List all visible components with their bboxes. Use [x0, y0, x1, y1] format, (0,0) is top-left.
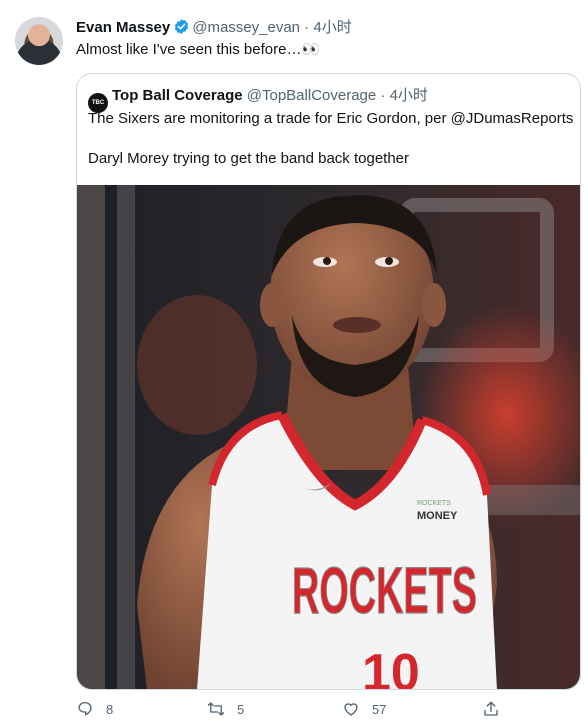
author-handle[interactable]: @massey_evan: [192, 19, 300, 36]
retweet-icon: [207, 702, 225, 716]
reply-count: 8: [106, 701, 114, 717]
quoted-timestamp: 4小时: [389, 87, 428, 104]
sponsor-text: MONEY: [417, 510, 458, 522]
retweet-button[interactable]: 5: [207, 700, 244, 718]
author-avatar[interactable]: [15, 17, 63, 65]
sponsor-small-text: ROCKETS: [417, 500, 451, 507]
quoted-text-line1: The Sixers are monitoring a trade for Er…: [88, 110, 574, 127]
tweet-timestamp[interactable]: 4小时: [313, 19, 351, 36]
author-name[interactable]: Evan Massey: [76, 19, 170, 36]
like-count: 57: [372, 701, 387, 717]
tweet-header: Evan Massey @massey_evan · 4小时: [76, 18, 352, 41]
retweet-count: 5: [237, 701, 245, 717]
quoted-header-separator: ·: [376, 87, 390, 104]
quoted-tweet[interactable]: TBC Top Ball Coverage @TopBallCoverage · …: [76, 73, 581, 690]
quoted-author-name: Top Ball Coverage: [112, 87, 243, 104]
quoted-text-line2: Daryl Morey trying to get the band back …: [88, 150, 410, 167]
share-icon: [484, 701, 498, 716]
action-bar: 8 5 57: [76, 700, 536, 724]
reply-button[interactable]: 8: [76, 700, 113, 718]
tweet: Evan Massey @massey_evan · 4小时 Almost lik…: [0, 0, 588, 724]
quoted-tweet-photo[interactable]: ROCKETS MONEY ROCKETS 10: [77, 185, 581, 690]
like-button[interactable]: 57: [342, 700, 386, 718]
jersey-number: 10: [362, 644, 420, 690]
header-separator: ·: [300, 19, 314, 36]
quoted-author-handle: @TopBallCoverage: [246, 87, 377, 104]
verified-badge-icon: [173, 18, 190, 41]
reply-icon: [78, 701, 92, 716]
tweet-text: Almost like I've seen this before…👀: [76, 41, 321, 58]
heart-icon: [344, 703, 358, 716]
share-button[interactable]: [482, 700, 500, 718]
jersey-team-name: ROCKETS: [292, 553, 477, 627]
